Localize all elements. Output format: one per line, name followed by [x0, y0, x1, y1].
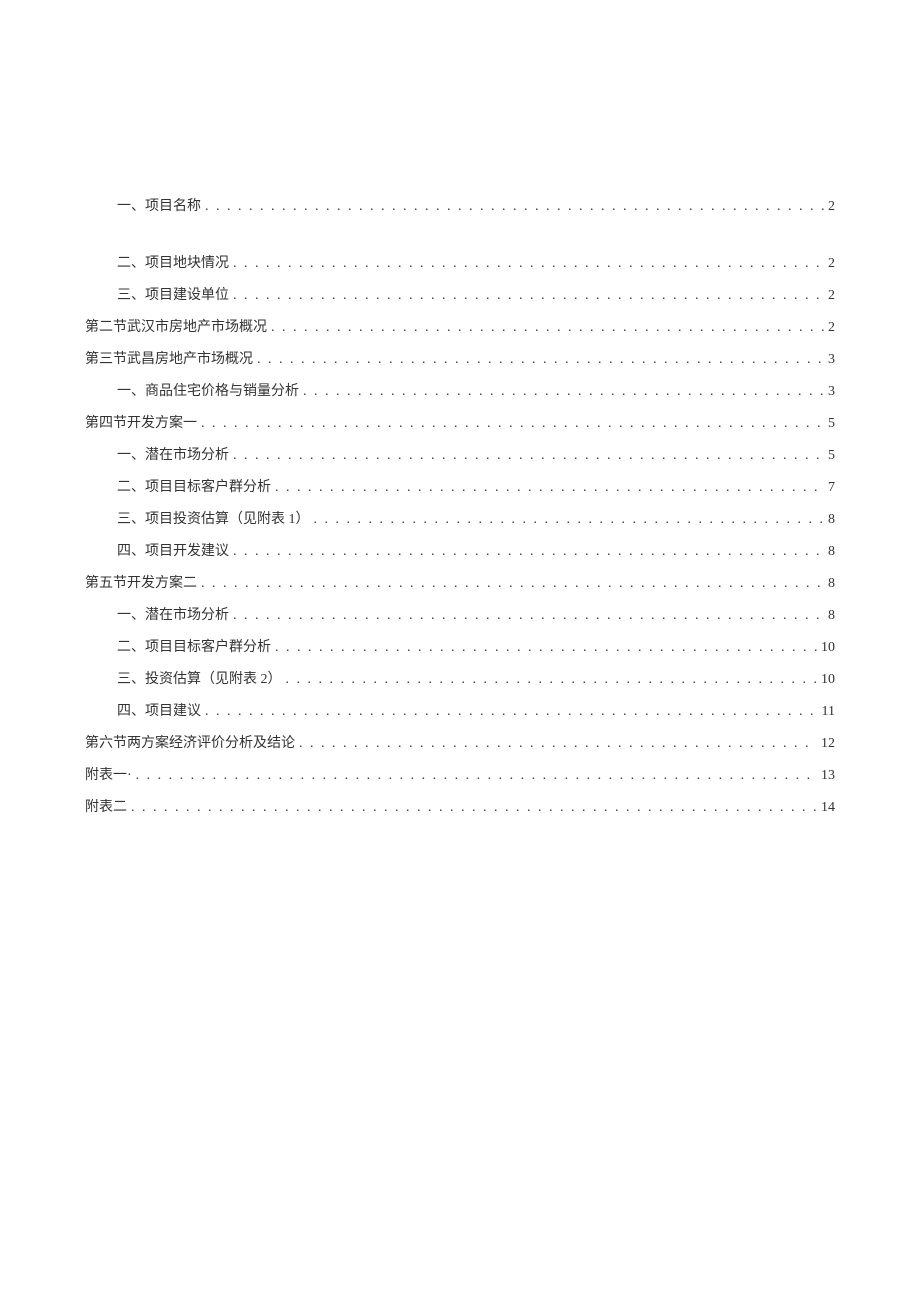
toc-entry-page: 14: [821, 800, 835, 816]
toc-entry: 三、项目建设单位 2: [85, 284, 835, 304]
toc-entry: 二、项目目标客户群分析 7: [85, 476, 835, 496]
toc-leader-dots: [233, 608, 824, 624]
toc-entry-page: 8: [828, 544, 835, 560]
toc-entry-page: 3: [828, 352, 835, 368]
toc-entry-title: 第四节开发方案一: [85, 412, 197, 432]
toc-entry: 一、潜在市场分析 5: [85, 444, 835, 464]
toc-leader-dots: [201, 576, 824, 592]
toc-entry-page: 2: [828, 256, 835, 272]
toc-entry-title: 附表二: [85, 796, 127, 816]
toc-entry: 一、项目名称 2: [85, 195, 835, 215]
spacer: [85, 227, 835, 252]
toc-leader-dots: [275, 480, 824, 496]
toc-entry: 四、项目开发建议 8: [85, 540, 835, 560]
toc-entry-page: 12: [821, 736, 835, 752]
toc-entry: 四、项目建议 11: [85, 700, 835, 720]
toc-leader-dots: [314, 512, 825, 528]
toc-entry-title: 第五节开发方案二: [85, 572, 197, 592]
toc-entry: 三、项目投资估算（见附表 1） 8: [85, 508, 835, 528]
toc-leader-dots: [205, 704, 818, 720]
toc-leader-dots: [233, 544, 824, 560]
toc-leader-dots: [136, 768, 817, 784]
toc-entry: 三、投资估算（见附表 2） 10: [85, 668, 835, 688]
toc-leader-dots: [205, 199, 824, 215]
toc-entry-title: 二、项目地块情况: [117, 252, 229, 272]
toc-entry-page: 7: [828, 480, 835, 496]
toc-entry-page: 5: [828, 448, 835, 464]
toc-entry-page: 2: [828, 199, 835, 215]
toc-entry: 二、项目地块情况 2: [85, 252, 835, 272]
toc-entry-page: 11: [822, 704, 835, 720]
toc-entry: 附表一· 13: [85, 764, 835, 784]
toc-entry-title: 三、项目建设单位: [117, 284, 229, 304]
toc-leader-dots: [286, 672, 818, 688]
toc-entry: 第五节开发方案二 8: [85, 572, 835, 592]
toc-entry-page: 2: [828, 288, 835, 304]
toc-leader-dots: [275, 640, 817, 656]
toc-entry: 二、项目目标客户群分析 10: [85, 636, 835, 656]
toc-entry-title: 一、商品住宅价格与销量分析: [117, 380, 299, 400]
toc-entry-page: 8: [828, 512, 835, 528]
toc-leader-dots: [303, 384, 824, 400]
toc-entry-title: 三、投资估算（见附表 2）: [117, 668, 282, 688]
table-of-contents: 一、项目名称2二、项目地块情况2三、项目建设单位2第二节武汉市房地产市场概况2第…: [85, 195, 835, 816]
toc-entry-page: 3: [828, 384, 835, 400]
toc-entry-title: 附表一·: [85, 764, 132, 784]
toc-entry: 一、潜在市场分析 8: [85, 604, 835, 624]
toc-entry-page: 5: [828, 416, 835, 432]
toc-entry-title: 一、潜在市场分析: [117, 444, 229, 464]
toc-entry-title: 四、项目建议: [117, 700, 201, 720]
toc-entry-title: 一、潜在市场分析: [117, 604, 229, 624]
toc-leader-dots: [299, 736, 817, 752]
toc-entry-title: 第六节两方案经济评价分析及结论: [85, 732, 295, 752]
toc-entry-page: 8: [828, 608, 835, 624]
toc-entry-title: 一、项目名称: [117, 195, 201, 215]
toc-leader-dots: [257, 352, 824, 368]
toc-entry-title: 二、项目目标客户群分析: [117, 636, 271, 656]
toc-entry-title: 第三节武昌房地产市场概况: [85, 348, 253, 368]
toc-entry: 第四节开发方案一 5: [85, 412, 835, 432]
toc-leader-dots: [233, 288, 824, 304]
toc-entry-title: 第二节武汉市房地产市场概况: [85, 316, 267, 336]
toc-entry-title: 二、项目目标客户群分析: [117, 476, 271, 496]
toc-entry-page: 10: [821, 672, 835, 688]
toc-leader-dots: [131, 800, 817, 816]
toc-entry: 第二节武汉市房地产市场概况 2: [85, 316, 835, 336]
toc-entry: 一、商品住宅价格与销量分析 3: [85, 380, 835, 400]
toc-entry: 附表二 14: [85, 796, 835, 816]
toc-leader-dots: [271, 320, 824, 336]
toc-entry: 第六节两方案经济评价分析及结论 12: [85, 732, 835, 752]
toc-entry-page: 10: [821, 640, 835, 656]
toc-entry-page: 2: [828, 320, 835, 336]
toc-entry: 第三节武昌房地产市场概况 3: [85, 348, 835, 368]
toc-entry-page: 13: [821, 768, 835, 784]
toc-entry-page: 8: [828, 576, 835, 592]
toc-leader-dots: [201, 416, 824, 432]
toc-entry-title: 三、项目投资估算（见附表 1）: [117, 508, 310, 528]
toc-entry-title: 四、项目开发建议: [117, 540, 229, 560]
toc-leader-dots: [233, 256, 824, 272]
toc-leader-dots: [233, 448, 824, 464]
